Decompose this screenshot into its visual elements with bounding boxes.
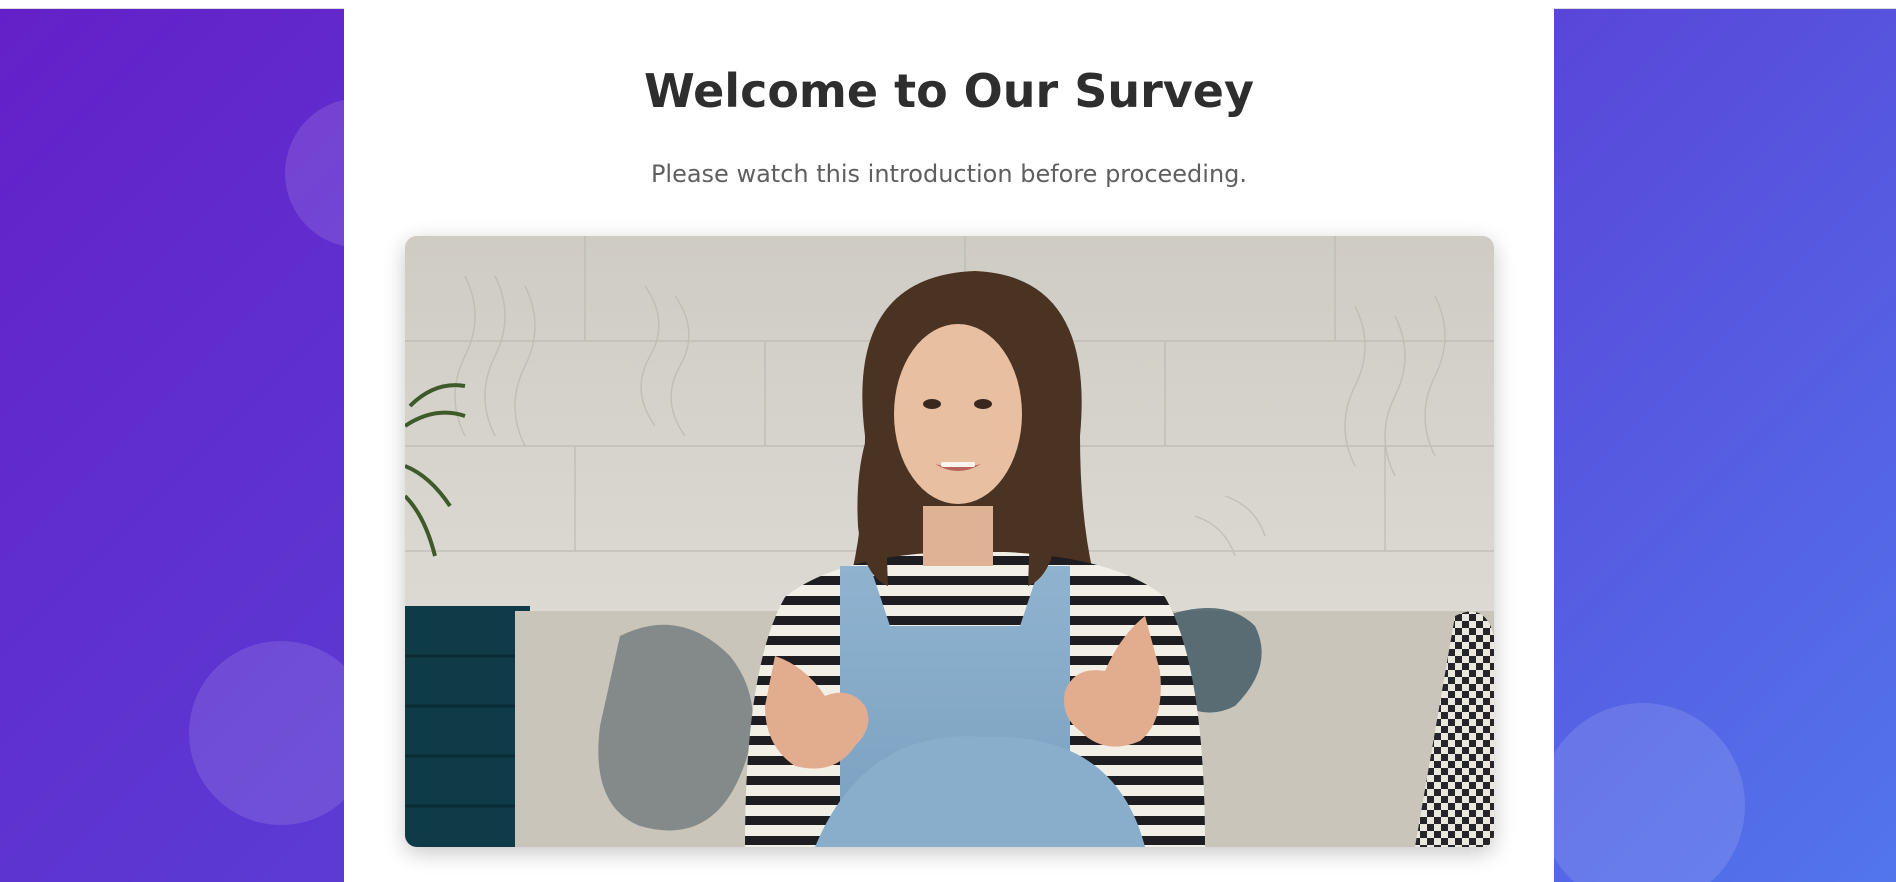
video-thumbnail-icon xyxy=(405,236,1494,847)
page-subtitle: Please watch this introduction before pr… xyxy=(650,160,1248,188)
intro-video-player[interactable] xyxy=(405,236,1494,847)
page-title: Welcome to Our Survey xyxy=(644,64,1254,118)
survey-card: Welcome to Our Survey Please watch this … xyxy=(344,8,1554,882)
decorative-circle xyxy=(1540,703,1745,882)
